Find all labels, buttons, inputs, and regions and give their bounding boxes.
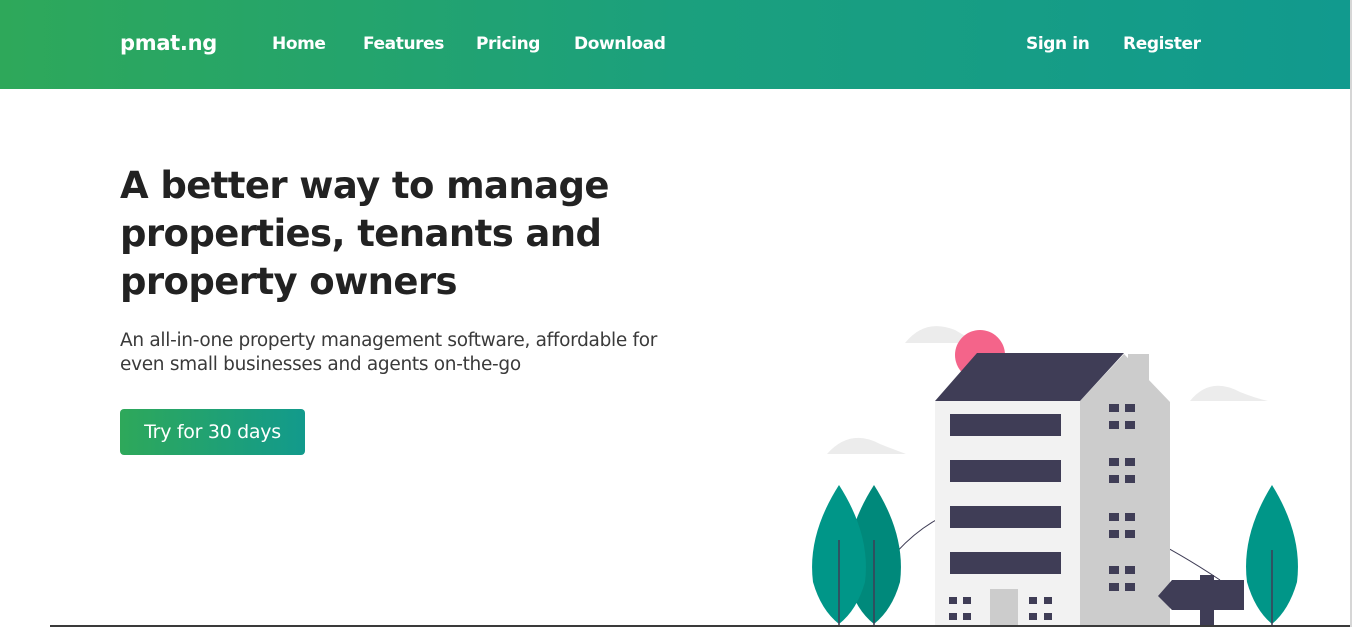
window-pane: [1109, 421, 1119, 429]
window-pane: [1125, 421, 1135, 429]
window-pane: [949, 597, 957, 604]
window-band: [950, 552, 1061, 574]
hero-subtitle-line: An all-in-one property management softwa…: [120, 330, 658, 351]
window-pane: [1044, 613, 1052, 620]
window-pane: [1109, 458, 1119, 466]
window-pane: [1109, 404, 1119, 412]
nav-link-download[interactable]: Download: [574, 34, 666, 54]
window-band: [950, 414, 1061, 436]
window-pane: [1109, 513, 1119, 521]
door-shape: [990, 589, 1018, 627]
window-pane: [1029, 597, 1037, 604]
window-pane: [1125, 530, 1135, 538]
window-pane: [1125, 513, 1135, 521]
sign-in-link[interactable]: Sign in: [1026, 34, 1090, 54]
nav-link-features[interactable]: Features: [363, 34, 444, 54]
hero-title: A better way to manage properties, tenan…: [120, 162, 680, 306]
nav-link-pricing[interactable]: Pricing: [476, 34, 540, 54]
window-pane: [963, 613, 971, 620]
window-pane: [1125, 404, 1135, 412]
hero-subtitle: An all-in-one property management softwa…: [120, 329, 760, 377]
signpost-board: [1158, 580, 1244, 610]
window-pane: [1109, 566, 1119, 574]
hero-title-line: A better way to manage: [120, 164, 610, 207]
cloud-shape: [827, 437, 906, 454]
nav-link-home[interactable]: Home: [272, 34, 326, 54]
window-pane: [1109, 475, 1119, 483]
window-pane: [1044, 597, 1052, 604]
apartment-building-illustration: [812, 326, 1298, 627]
window-pane: [1109, 583, 1119, 591]
hero-title-line: properties, tenants and: [120, 212, 602, 255]
window-pane: [1125, 583, 1135, 591]
hero-title-line: property owners: [120, 260, 458, 303]
window-pane: [949, 613, 957, 620]
cloud-shape: [1190, 385, 1268, 401]
window-pane: [1125, 475, 1135, 483]
window-pane: [1029, 613, 1037, 620]
window-band: [950, 506, 1061, 528]
hero-subtitle-line: even small businesses and agents on-the-…: [120, 354, 521, 375]
register-link[interactable]: Register: [1123, 34, 1201, 54]
brand-logo-link[interactable]: pmat.ng: [120, 31, 217, 55]
window-pane: [1125, 458, 1135, 466]
window-band: [950, 460, 1061, 482]
try-free-trial-button[interactable]: Try for 30 days: [120, 409, 305, 455]
window-pane: [1109, 530, 1119, 538]
top-navbar: pmat.ng Home Features Pricing Download S…: [0, 0, 1350, 89]
window-pane: [963, 597, 971, 604]
window-pane: [1125, 566, 1135, 574]
